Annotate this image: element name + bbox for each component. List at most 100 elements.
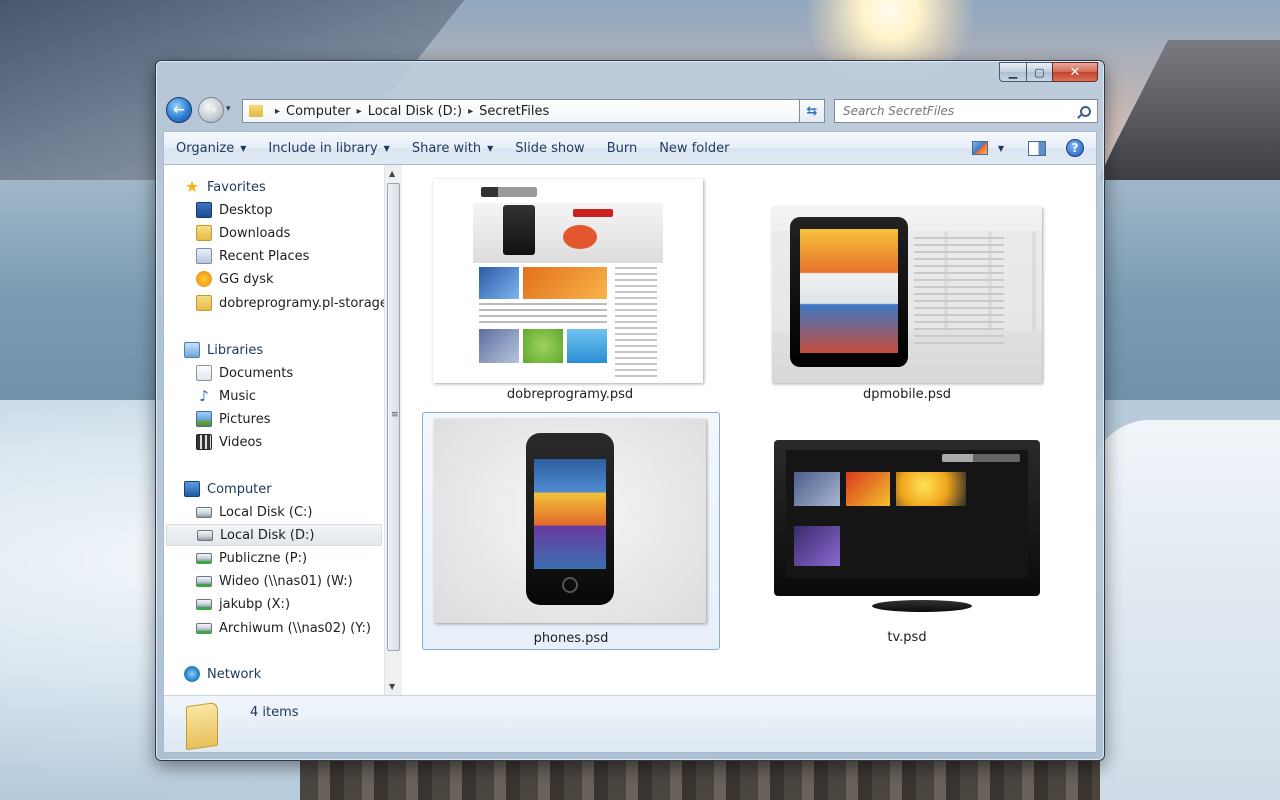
- tree-label: Documents: [219, 365, 294, 381]
- preview-pane-icon[interactable]: [1028, 140, 1046, 156]
- navigation-row: ← → ▾ ▸ Computer ▸ Local Disk (D:) ▸ Sec…: [162, 95, 1100, 127]
- share-with-label: Share with: [411, 140, 482, 156]
- tree-label: Music: [219, 388, 256, 404]
- item-count: 4 items: [250, 705, 299, 720]
- back-button[interactable]: ←: [166, 97, 192, 123]
- search-icon[interactable]: [1080, 105, 1091, 117]
- tree-label: Archiwum (\\nas02) (Y:): [219, 620, 371, 636]
- thumbnail-tile: [523, 267, 607, 299]
- file-tile-tv[interactable]: tv.psd: [758, 412, 1056, 650]
- scrollbar-thumb[interactable]: ≡: [387, 183, 400, 651]
- thumbnail-tile: [567, 329, 607, 363]
- documents-icon: [196, 365, 212, 381]
- tree-label: Recent Places: [219, 248, 310, 264]
- recent-pages-dropdown[interactable]: ▾: [226, 104, 231, 114]
- view-controls: ▼ ?: [971, 139, 1096, 157]
- thumbnail-logo: [942, 454, 1020, 462]
- search-box[interactable]: [834, 99, 1098, 123]
- change-view-icon[interactable]: [971, 141, 988, 155]
- tree-label: GG dysk: [219, 271, 274, 287]
- tree-jakubp-x[interactable]: jakubp (X:): [196, 593, 290, 615]
- thumbnail-tile: [846, 472, 890, 506]
- forward-button[interactable]: →: [198, 97, 224, 123]
- breadcrumb-separator[interactable]: ▸: [357, 106, 362, 117]
- minimize-button[interactable]: ▁: [999, 62, 1026, 82]
- tree-desktop[interactable]: Desktop: [196, 199, 273, 221]
- tree-label: Publiczne (P:): [219, 550, 308, 566]
- thumbnail-tile: [794, 526, 840, 566]
- navigation-pane-scrollbar[interactable]: ▲ ≡ ▼: [384, 165, 402, 695]
- tree-label: dobreprogramy.pl-storage: [219, 295, 388, 311]
- file-tile-phones[interactable]: phones.psd: [422, 412, 720, 650]
- tree-publiczne-p[interactable]: Publiczne (P:): [196, 547, 307, 569]
- tree-downloads[interactable]: Downloads: [196, 222, 290, 244]
- breadcrumb-separator[interactable]: ▸: [468, 106, 473, 117]
- tree-local-disk-c[interactable]: Local Disk (C:): [196, 501, 312, 523]
- share-with-menu[interactable]: Share with ▼: [400, 132, 503, 164]
- tree-label: Libraries: [207, 342, 264, 358]
- file-name: dobreprogramy.psd: [506, 387, 634, 402]
- tree-documents[interactable]: Documents: [196, 362, 293, 384]
- wallpaper-rocks: [300, 760, 1100, 800]
- file-tile-dpmobile[interactable]: dpmobile.psd: [758, 173, 1056, 409]
- tree-videos[interactable]: Videos: [196, 431, 262, 453]
- maximize-button[interactable]: ▢: [1026, 62, 1052, 82]
- tree-computer[interactable]: Computer: [184, 478, 272, 500]
- network-drive-icon: [196, 622, 212, 634]
- tree-libraries[interactable]: Libraries: [184, 339, 263, 361]
- file-tile-dobreprogramy[interactable]: dobreprogramy.psd: [421, 173, 719, 409]
- thumbnail-home-button: [562, 577, 578, 593]
- breadcrumb-secretfiles[interactable]: SecretFiles: [479, 104, 549, 119]
- thumbnail-logo: [481, 187, 537, 197]
- tree-archiwum-y[interactable]: Archiwum (\\nas02) (Y:): [196, 617, 371, 639]
- file-thumbnail: [772, 207, 1042, 383]
- include-in-library-menu[interactable]: Include in library ▼: [256, 132, 399, 164]
- file-name: tv.psd: [887, 630, 927, 645]
- slide-show-label: Slide show: [515, 140, 585, 156]
- breadcrumb-separator[interactable]: ▸: [275, 106, 280, 117]
- refresh-button[interactable]: ⇆: [799, 99, 825, 123]
- file-thumbnail: [433, 179, 703, 383]
- tree-music[interactable]: ♪ Music: [196, 385, 256, 407]
- tree-pictures[interactable]: Pictures: [196, 408, 270, 430]
- close-button[interactable]: ✕: [1052, 62, 1098, 82]
- explorer-body: ★ Favorites Desktop Downloads Recent Pla…: [163, 165, 1097, 695]
- folder-icon: [186, 701, 218, 751]
- tree-favorites[interactable]: ★ Favorites: [184, 176, 266, 198]
- tree-network[interactable]: Network: [184, 663, 261, 685]
- tree-recent-places[interactable]: Recent Places: [196, 245, 309, 267]
- include-in-library-label: Include in library: [268, 140, 378, 156]
- drive-icon: [196, 506, 212, 518]
- thumbnail-text-lines: [914, 237, 1004, 347]
- tree-dobreprogramy-storage[interactable]: dobreprogramy.pl-storage: [196, 292, 388, 314]
- thumbnail-tablet-screen: [800, 229, 898, 353]
- breadcrumb-local-disk-d[interactable]: Local Disk (D:): [368, 104, 462, 119]
- search-input[interactable]: [843, 104, 1063, 118]
- tree-label: Desktop: [219, 202, 273, 218]
- organize-menu[interactable]: Organize ▼: [164, 132, 256, 164]
- new-folder-button[interactable]: New folder: [647, 132, 739, 164]
- recent-places-icon: [196, 248, 212, 264]
- folder-icon: [196, 295, 212, 311]
- help-icon[interactable]: ?: [1066, 139, 1084, 157]
- chevron-down-icon: ▼: [240, 143, 247, 153]
- file-thumbnail: [772, 438, 1044, 622]
- breadcrumb-computer[interactable]: Computer: [286, 104, 351, 119]
- slide-show-button[interactable]: Slide show: [503, 132, 594, 164]
- thumbnail-sidebar: [615, 267, 657, 377]
- more-options-dropdown[interactable]: ▼: [998, 144, 1004, 153]
- scroll-down-arrow-icon[interactable]: ▼: [389, 682, 395, 691]
- tree-wideo-w[interactable]: Wideo (\\nas01) (W:): [196, 570, 353, 592]
- address-bar[interactable]: ▸ Computer ▸ Local Disk (D:) ▸ SecretFil…: [242, 99, 822, 123]
- tree-local-disk-d[interactable]: Local Disk (D:): [166, 524, 382, 546]
- file-name: phones.psd: [533, 631, 609, 646]
- tree-label: Favorites: [207, 179, 266, 195]
- thumbnail-tile: [794, 472, 840, 506]
- network-drive-icon: [196, 575, 212, 587]
- tree-gg-dysk[interactable]: GG dysk: [196, 268, 274, 290]
- libraries-icon: [184, 342, 200, 358]
- thumbnail-tv-stand: [872, 600, 972, 612]
- computer-icon: [184, 481, 200, 497]
- burn-button[interactable]: Burn: [595, 132, 648, 164]
- scroll-up-arrow-icon[interactable]: ▲: [389, 169, 395, 178]
